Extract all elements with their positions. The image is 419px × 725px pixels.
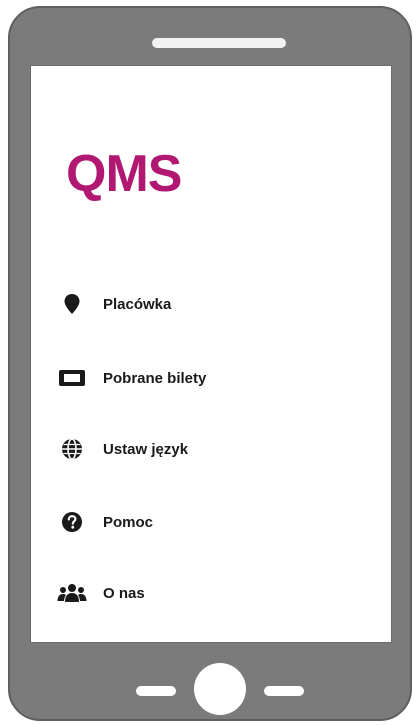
menu-label-o-nas: O nas bbox=[103, 584, 145, 602]
recent-apps-key[interactable] bbox=[264, 686, 304, 696]
menu-label-placowka: Placówka bbox=[103, 295, 172, 313]
help-circle-icon bbox=[56, 510, 88, 534]
ticket-icon bbox=[56, 366, 88, 390]
menu-item-ustaw-jezyk[interactable]: Ustaw język bbox=[56, 434, 188, 464]
back-key[interactable] bbox=[136, 686, 176, 696]
qms-logo: QMS bbox=[66, 145, 182, 203]
page: QMS Placówka Pobrane bilety Ustaw język … bbox=[0, 0, 419, 725]
map-pin-icon bbox=[56, 292, 88, 316]
menu-label-ustaw-jezyk: Ustaw język bbox=[103, 440, 189, 458]
menu-item-pomoc[interactable]: Pomoc bbox=[56, 507, 153, 537]
menu-label-pobrane-bilety: Pobrane bilety bbox=[103, 369, 207, 387]
speaker-slot bbox=[152, 38, 286, 48]
users-icon bbox=[56, 581, 88, 605]
menu-item-pobrane-bilety[interactable]: Pobrane bilety bbox=[56, 363, 206, 393]
phone-frame: QMS Placówka Pobrane bilety Ustaw język … bbox=[8, 6, 412, 721]
menu-item-o-nas[interactable]: O nas bbox=[56, 578, 145, 608]
menu-label-pomoc: Pomoc bbox=[103, 513, 154, 531]
globe-icon bbox=[56, 437, 88, 461]
menu-item-placowka[interactable]: Placówka bbox=[56, 289, 171, 319]
home-button[interactable] bbox=[194, 663, 246, 715]
app-screen: QMS Placówka Pobrane bilety Ustaw język … bbox=[30, 65, 392, 643]
